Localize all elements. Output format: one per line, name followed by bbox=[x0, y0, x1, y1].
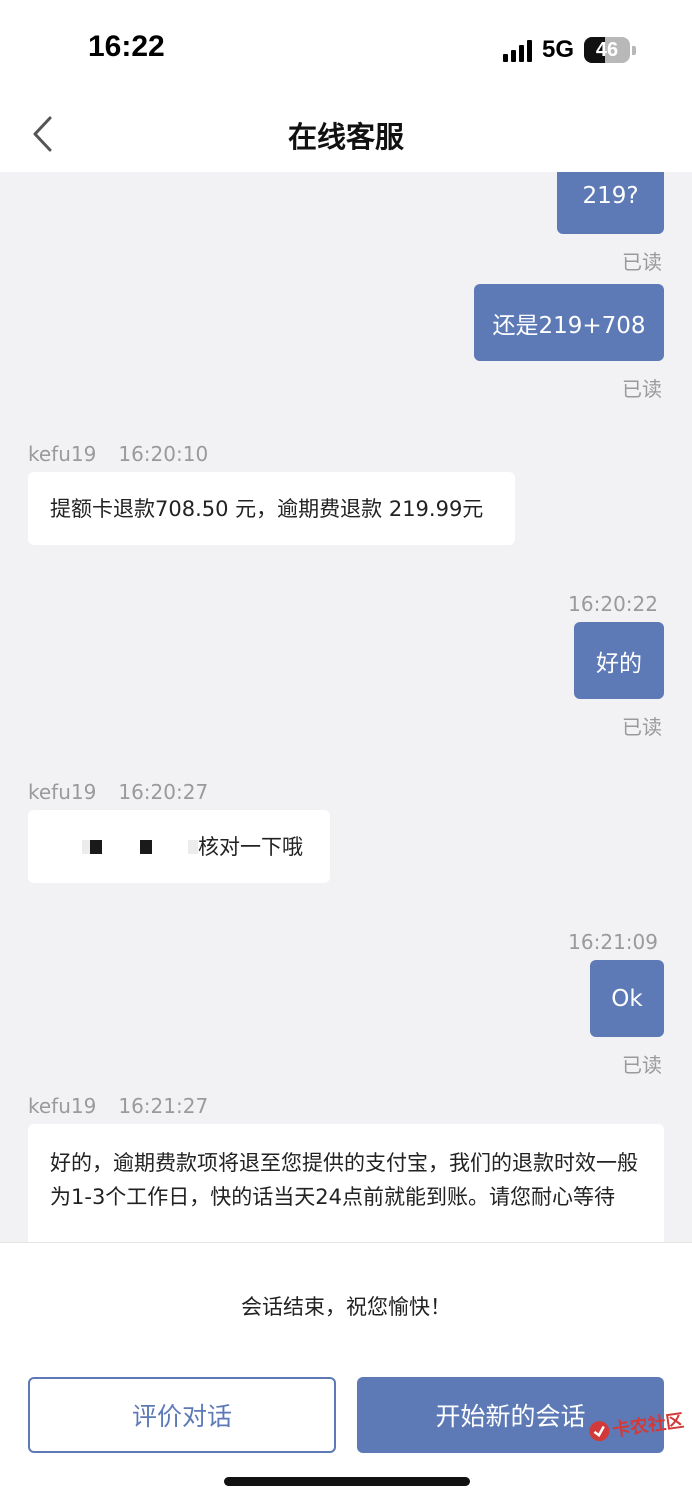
battery-level: 46 bbox=[595, 38, 619, 61]
rate-conversation-button[interactable]: 评价对话 bbox=[28, 1377, 336, 1453]
message-meta: kefu19 16:20:10 bbox=[28, 442, 208, 466]
message-text: 好的 bbox=[596, 650, 642, 677]
battery-icon: 46 bbox=[584, 37, 630, 63]
message-meta: kefu19 16:21:27 bbox=[28, 1094, 208, 1118]
page-title: 在线客服 bbox=[287, 120, 404, 154]
outgoing-message[interactable]: Ok bbox=[590, 960, 664, 1037]
session-end-text: 会话结束，祝您愉快！ bbox=[241, 1295, 451, 1319]
message-text: Ok bbox=[611, 985, 643, 1012]
incoming-message[interactable]: 提额卡退款708.50 元，逾期费退款 219.99元 bbox=[28, 472, 515, 545]
read-receipt: 已读 bbox=[622, 715, 662, 739]
top-bar: 16:22 5G 46 在线客服 bbox=[0, 0, 692, 172]
outgoing-message[interactable]: 还是219+708 bbox=[474, 284, 664, 361]
outgoing-message[interactable]: 219? bbox=[557, 172, 664, 234]
status-time: 16:22 bbox=[88, 30, 165, 63]
message-text: 核对一下哦 bbox=[198, 834, 303, 859]
signal-icon bbox=[502, 38, 532, 62]
message-text: 219? bbox=[582, 183, 639, 209]
sender-name: kefu19 bbox=[28, 442, 97, 466]
message-text: 还是219+708 bbox=[492, 312, 646, 339]
outgoing-message[interactable]: 好的 bbox=[574, 622, 664, 699]
incoming-message[interactable]: 核对一下哦 bbox=[28, 810, 330, 883]
network-type: 5G bbox=[541, 36, 574, 63]
message-text: 好的，逾期费款项将退至您提供的支付宝，我们的退款时效一般为1-3个工作日，快的话… bbox=[50, 1151, 638, 1209]
chat-area[interactable]: 219? 已读 还是219+708 已读 kefu19 16:20:10 提额卡退… bbox=[0, 172, 692, 1242]
message-time: 16:20:22 bbox=[568, 592, 658, 616]
read-receipt: 已读 bbox=[622, 250, 662, 274]
read-receipt: 已读 bbox=[622, 377, 662, 401]
incoming-message[interactable]: 好的，逾期费款项将退至您提供的支付宝，我们的退款时效一般为1-3个工作日，快的话… bbox=[28, 1124, 664, 1242]
sender-name: kefu19 bbox=[28, 780, 97, 804]
home-indicator bbox=[224, 1477, 470, 1486]
watermark-icon bbox=[589, 1421, 610, 1442]
message-time: 16:21:09 bbox=[568, 930, 658, 954]
session-footer: 会话结束，祝您愉快！ 评价对话 开始新的会话 卡农社区 bbox=[0, 1242, 692, 1500]
battery-tip bbox=[632, 45, 636, 55]
message-meta: kefu19 16:20:27 bbox=[28, 780, 208, 804]
read-receipt: 已读 bbox=[622, 1053, 662, 1077]
sender-name: kefu19 bbox=[28, 1094, 97, 1118]
message-time: 16:20:27 bbox=[118, 780, 209, 804]
status-indicators: 5G 46 bbox=[502, 36, 636, 64]
message-text: 提额卡退款708.50 元，逾期费退款 219.99元 bbox=[50, 496, 484, 521]
message-time: 16:21:27 bbox=[118, 1094, 209, 1118]
message-time: 16:20:10 bbox=[118, 442, 209, 466]
redacted-text bbox=[82, 839, 198, 854]
